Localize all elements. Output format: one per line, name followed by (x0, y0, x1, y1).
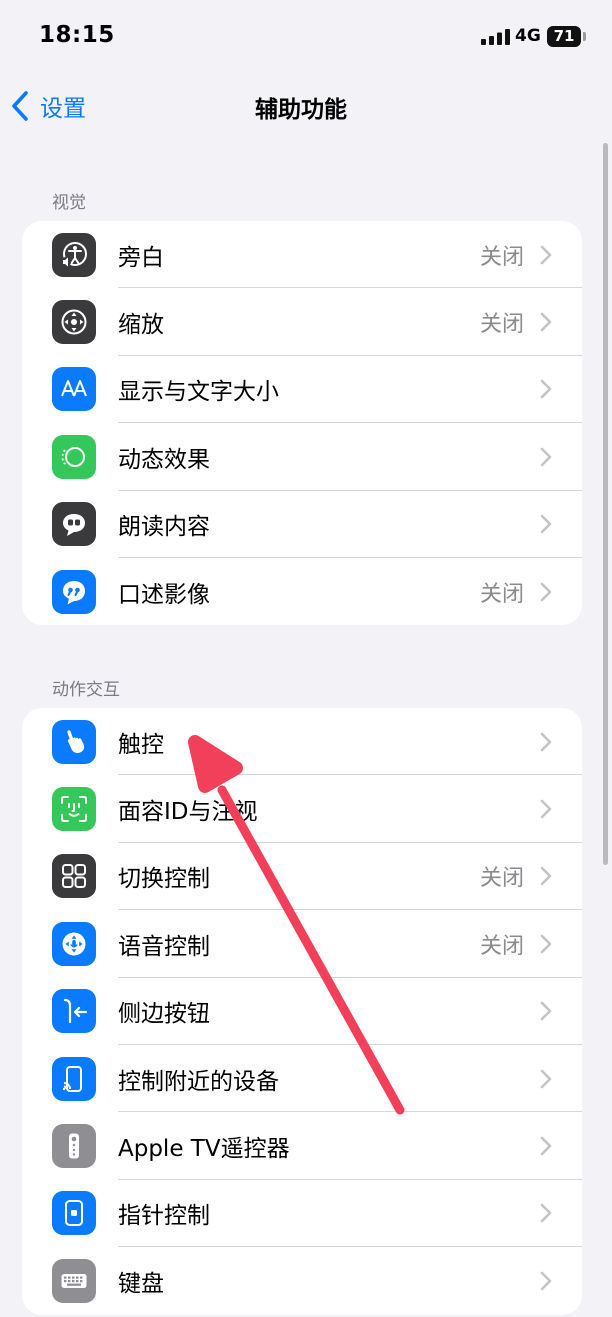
row-switch-control[interactable]: 切换控制 关闭 (22, 843, 582, 911)
settings-group-physical-motor: 触控 面容ID与注视 切换控制 关闭 语音控制 关闭 侧边按钮 控制附近的设备 … (22, 708, 582, 1315)
chevron-right-icon (540, 1001, 552, 1021)
row-label: 控制附近的设备 (118, 1068, 279, 1095)
row-label: 指针控制 (118, 1203, 210, 1230)
status-time: 18:15 (39, 22, 115, 48)
zoom-icon (52, 300, 96, 345)
row-touch[interactable]: 触控 (22, 708, 582, 776)
row-voiceover[interactable]: 旁白 关闭 (22, 221, 582, 289)
row-label: Apple TV遥控器 (118, 1136, 290, 1163)
chevron-right-icon (540, 1204, 552, 1223)
chevron-right-icon (540, 447, 552, 467)
row-label: 键盘 (118, 1270, 164, 1297)
text-size-icon (52, 367, 96, 412)
row-value: 关闭 (479, 933, 524, 959)
cellular-signal-icon (481, 29, 510, 45)
chevron-right-icon (540, 514, 552, 534)
page-title: 辅助功能 (255, 97, 347, 123)
chevron-right-icon (540, 1136, 552, 1156)
nearby-devices-icon (52, 1056, 96, 1101)
navigation-bar: 设置 辅助功能 (0, 70, 612, 140)
chevron-right-icon (540, 732, 552, 751)
side-button-icon (52, 989, 96, 1034)
battery-tip (583, 32, 586, 41)
row-spoken-content[interactable]: 朗读内容 (22, 491, 582, 559)
chevron-right-icon (540, 867, 552, 886)
battery-icon: 71 (547, 26, 581, 47)
chevron-right-icon (540, 1069, 552, 1088)
row-face-id-attention[interactable]: 面容ID与注视 (22, 775, 582, 844)
row-value: 关闭 (479, 581, 524, 607)
voiceover-icon (52, 232, 96, 277)
row-control-nearby-devices[interactable]: 控制附近的设备 (22, 1045, 582, 1113)
chevron-right-icon (540, 245, 552, 264)
switch-control-icon (52, 854, 96, 899)
spoken-content-icon (52, 502, 96, 547)
row-label: 面容ID与注视 (118, 799, 258, 826)
scroll-indicator[interactable] (603, 143, 608, 865)
row-apple-tv-remote[interactable]: Apple TV遥控器 (22, 1112, 582, 1181)
row-motion[interactable]: 动态效果 (22, 423, 582, 491)
touch-icon (52, 719, 96, 764)
keyboard-icon (52, 1258, 96, 1303)
chevron-right-icon (540, 799, 552, 819)
row-value: 关闭 (479, 244, 524, 270)
chevron-right-icon (540, 582, 552, 601)
settings-group-vision: 旁白 关闭 缩放 关闭 显示与文字大小 动态效果 朗读内容 口述影像 关闭 (22, 221, 582, 626)
row-label: 显示与文字大小 (118, 379, 279, 406)
network-type: 4G (515, 26, 541, 46)
row-label: 动态效果 (118, 446, 210, 473)
face-id-icon (52, 787, 96, 832)
chevron-right-icon (540, 934, 552, 954)
row-label: 缩放 (118, 312, 164, 339)
row-label: 朗读内容 (118, 514, 210, 541)
motion-icon (52, 434, 96, 479)
row-label: 触控 (118, 731, 164, 758)
row-value: 关闭 (479, 866, 524, 892)
row-zoom[interactable]: 缩放 关闭 (22, 288, 582, 357)
row-label: 旁白 (118, 244, 164, 271)
voice-control-icon (52, 921, 96, 966)
chevron-right-icon (540, 1271, 552, 1291)
row-side-button[interactable]: 侧边按钮 (22, 978, 582, 1046)
row-label: 语音控制 (118, 933, 210, 960)
section-header-physical-motor: 动作交互 (52, 680, 120, 700)
row-label: 切换控制 (118, 866, 210, 893)
pointer-control-icon (52, 1191, 96, 1236)
chevron-right-icon (540, 312, 552, 332)
row-label: 侧边按钮 (118, 1001, 210, 1028)
section-header-vision: 视觉 (52, 193, 86, 213)
status-bar: 18:15 4G 71 (0, 0, 612, 70)
row-keyboards[interactable]: 键盘 (22, 1247, 582, 1314)
row-value: 关闭 (479, 312, 524, 338)
row-voice-control[interactable]: 语音控制 关闭 (22, 910, 582, 978)
chevron-right-icon (540, 380, 552, 399)
row-pointer-control[interactable]: 指针控制 (22, 1180, 582, 1248)
row-audio-descriptions[interactable]: 口述影像 关闭 (22, 558, 582, 625)
row-label: 口述影像 (118, 581, 210, 608)
row-display-text-size[interactable]: 显示与文字大小 (22, 356, 582, 424)
tv-remote-icon (52, 1124, 96, 1169)
audio-description-icon (52, 569, 96, 614)
